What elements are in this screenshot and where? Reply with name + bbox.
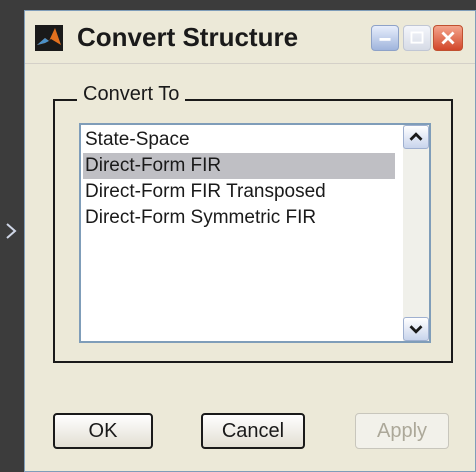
close-button[interactable] <box>433 25 463 51</box>
maximize-icon <box>410 31 424 44</box>
maximize-button <box>403 25 431 51</box>
apply-button: Apply <box>355 413 449 449</box>
minimize-icon <box>379 38 391 41</box>
list-item-direct-form-symmetric-fir[interactable]: Direct-Form Symmetric FIR <box>83 205 395 231</box>
matlab-logo-icon <box>35 25 63 51</box>
convert-structure-dialog: Convert Structure Convert To State-Space… <box>24 10 476 472</box>
chevron-right-icon <box>4 222 18 240</box>
list-item-direct-form-fir-transposed[interactable]: Direct-Form FIR Transposed <box>83 179 395 205</box>
list-item-direct-form-fir[interactable]: Direct-Form FIR <box>83 153 395 179</box>
window-title: Convert Structure <box>77 22 299 52</box>
minimize-button[interactable] <box>371 25 399 51</box>
close-icon <box>441 31 455 45</box>
convert-to-label: Convert To <box>77 81 186 107</box>
cancel-button[interactable]: Cancel <box>201 413 305 449</box>
ok-button[interactable]: OK <box>53 413 153 449</box>
scroll-up-button[interactable] <box>403 125 429 149</box>
title-bar[interactable]: Convert Structure <box>25 11 475 64</box>
structure-listbox[interactable]: State-Space Direct-Form FIR Direct-Form … <box>79 123 431 343</box>
chevron-up-icon <box>409 132 423 141</box>
list-item-state-space[interactable]: State-Space <box>83 127 395 153</box>
list-scrollbar[interactable] <box>403 125 429 341</box>
scroll-down-button[interactable] <box>403 317 429 341</box>
chevron-down-icon <box>409 325 423 334</box>
